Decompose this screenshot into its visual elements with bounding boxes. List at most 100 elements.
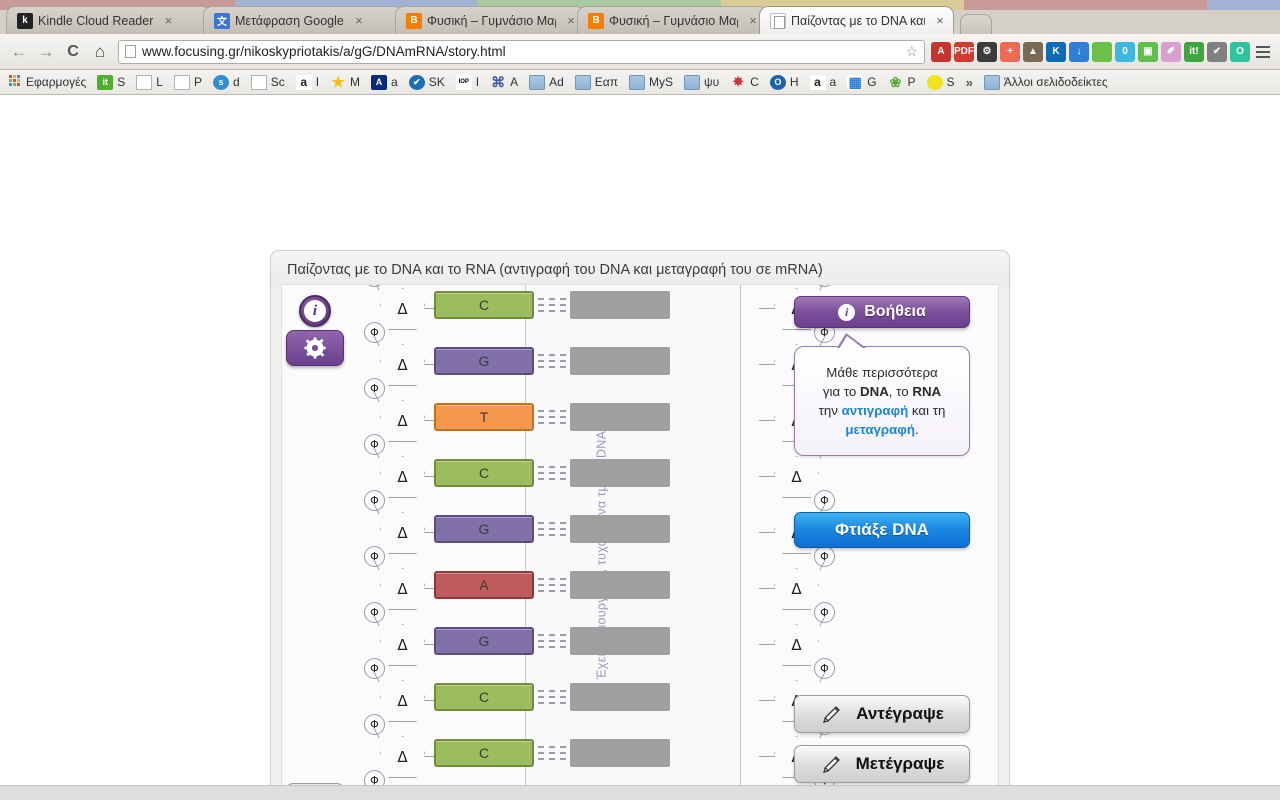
bookmark-item[interactable]: ▦ G xyxy=(847,74,877,90)
bookmark-label: S xyxy=(946,75,955,89)
copy-button[interactable]: Αντέγραψε xyxy=(794,695,970,733)
dna-rung: ΦΔCΦΔ xyxy=(362,434,837,501)
browser-tab[interactable]: 文 Μετάφραση Google × xyxy=(203,6,403,34)
home-button[interactable]: ⌂ xyxy=(87,39,113,65)
bookmark-label: H xyxy=(789,75,799,89)
forward-button[interactable]: → xyxy=(33,39,59,65)
hydrogen-bond-icon xyxy=(538,522,566,536)
bookmark-label: Άλλοι σελιδοδείκτες xyxy=(1003,75,1108,89)
bookmark-item[interactable]: Εαπ xyxy=(574,74,618,90)
empty-base-slot[interactable] xyxy=(570,627,670,655)
empty-base-slot[interactable] xyxy=(570,515,670,543)
help-button[interactable]: i Βοήθεια xyxy=(794,296,970,328)
it-icon[interactable]: it! xyxy=(1184,41,1204,62)
tab-close-icon[interactable]: × xyxy=(933,14,947,28)
nucleotide-base[interactable]: C xyxy=(434,459,534,487)
ghostery-icon[interactable]: 0 xyxy=(1115,41,1135,62)
bookmark-star-icon[interactable]: ☆ xyxy=(905,43,918,60)
nucleotide-base[interactable]: C xyxy=(434,291,534,319)
shield-icon[interactable]: ✔ xyxy=(1207,41,1227,62)
squirrel-icon[interactable]: ▲ xyxy=(1023,41,1043,62)
tab-close-icon[interactable]: × xyxy=(564,14,578,28)
tab-close-icon[interactable]: × xyxy=(352,14,366,28)
empty-base-slot[interactable] xyxy=(570,403,670,431)
tab-close-icon[interactable]: × xyxy=(161,14,175,28)
empty-base-slot[interactable] xyxy=(570,459,670,487)
bond-line xyxy=(759,420,775,421)
reload-button[interactable]: C xyxy=(60,39,86,65)
horizontal-scrollbar[interactable] xyxy=(0,785,1280,800)
sugar-icon: Δ xyxy=(380,568,425,610)
bookmark-item[interactable]: it S xyxy=(97,74,125,90)
empty-base-slot[interactable] xyxy=(570,683,670,711)
bookmark-item[interactable]: Sc xyxy=(250,74,285,90)
pdf-icon[interactable]: PDF xyxy=(954,41,974,62)
bookmark-item[interactable]: aI xyxy=(295,74,319,90)
nucleotide-base[interactable]: G xyxy=(434,347,534,375)
bookmark-item[interactable]: ★ M xyxy=(330,74,360,91)
base-pair-row: C xyxy=(432,445,767,501)
bookmark-item[interactable]: Άλλοι σελιδοδείκτες xyxy=(983,74,1108,90)
callout-link-replication[interactable]: αντιγραφή xyxy=(842,403,909,418)
callout-line1: Μάθε περισσότερα xyxy=(826,365,938,380)
empty-base-slot[interactable] xyxy=(570,291,670,319)
bookmark-item[interactable]: sd xyxy=(213,74,240,90)
empty-base-slot[interactable] xyxy=(570,739,670,767)
transcribe-button[interactable]: Μετέγραψε xyxy=(794,745,970,783)
url-text[interactable]: www.focusing.gr/nikoskypriotakis/a/gG/DN… xyxy=(142,44,905,59)
opera-icon[interactable]: O xyxy=(1230,41,1250,62)
browser-tab[interactable]: B Φυσική – Γυμνάσιο Μαρκό × xyxy=(395,6,585,34)
adobe-reader-icon[interactable]: A xyxy=(931,41,951,62)
nucleotide-base[interactable]: C xyxy=(434,739,534,767)
address-bar[interactable]: www.focusing.gr/nikoskypriotakis/a/gG/DN… xyxy=(118,39,925,64)
bookmark-item[interactable]: Εφαρμογές xyxy=(6,74,86,90)
empty-base-slot[interactable] xyxy=(570,347,670,375)
bookmark-item[interactable]: L xyxy=(136,74,163,90)
bookmark-item[interactable]: MyS xyxy=(629,74,673,90)
browser-tab[interactable]: Παίζοντας με το DNA και × xyxy=(759,6,954,34)
kaspersky-icon[interactable]: K xyxy=(1046,41,1066,62)
bookmark-item[interactable]: ❀ P xyxy=(888,74,916,90)
evernote-icon[interactable]: ▣ xyxy=(1138,41,1158,62)
bookmark-item[interactable]: ψυ xyxy=(684,74,719,90)
callout-link-transcription[interactable]: μεταγραφή xyxy=(845,422,915,437)
kindle-icon: k xyxy=(17,12,33,29)
nucleotide-base[interactable]: G xyxy=(434,515,534,543)
tab-close-icon[interactable]: × xyxy=(746,14,760,28)
help-callout: Μάθε περισσότερα για το DNA, το RNA την … xyxy=(794,333,970,456)
plus-icon[interactable]: + xyxy=(1000,41,1020,62)
tabs-container: k Kindle Cloud Reader × 文 Μετάφραση Google × B… xyxy=(6,6,954,34)
bookmark-item[interactable]: Aa xyxy=(371,74,398,90)
bookmark-item[interactable]: ✔ SK xyxy=(408,74,445,90)
empty-base-slot[interactable] xyxy=(570,571,670,599)
bookmark-item[interactable]: OH xyxy=(769,74,799,90)
bookmark-item[interactable]: P xyxy=(173,74,202,90)
gear-icon[interactable]: ⚙ xyxy=(977,41,997,62)
new-tab-button[interactable] xyxy=(960,14,992,34)
download-icon[interactable]: ↓ xyxy=(1069,41,1089,62)
info-badge[interactable]: i xyxy=(299,295,331,327)
bookmark-item[interactable]: IOP I xyxy=(455,74,479,90)
pen-icon[interactable]: ✐ xyxy=(1161,41,1181,62)
bookmark-item[interactable]: ⌘ A xyxy=(490,74,518,90)
bookmark-item[interactable]: Ad xyxy=(529,74,564,90)
green-dot-icon[interactable] xyxy=(1092,41,1112,62)
browser-tab[interactable]: k Kindle Cloud Reader × xyxy=(6,6,211,34)
nucleotide-base[interactable]: G xyxy=(434,627,534,655)
nucleotide-base[interactable]: A xyxy=(434,571,534,599)
bookmark-item[interactable]: S xyxy=(926,74,955,90)
nucleotide-base[interactable]: T xyxy=(434,403,534,431)
settings-button[interactable] xyxy=(286,330,344,366)
chevron-more-icon[interactable]: » xyxy=(966,75,973,90)
doc-icon xyxy=(250,74,267,90)
bookmark-label: SK xyxy=(428,75,445,89)
dna-rung: ΦΔCΦΔ xyxy=(362,658,837,725)
back-button[interactable]: ← xyxy=(6,39,32,65)
bookmark-item[interactable]: ✸ C xyxy=(730,74,759,90)
bookmark-item[interactable]: » xyxy=(966,75,973,90)
browser-tab[interactable]: B Φυσική – Γυμνάσιο Μαρκό × xyxy=(577,6,767,34)
chrome-menu-icon[interactable] xyxy=(1252,45,1274,58)
nucleotide-base[interactable]: C xyxy=(434,683,534,711)
make-dna-button[interactable]: Φτιάξε DNA xyxy=(794,512,970,548)
bookmark-item[interactable]: aa xyxy=(809,74,836,90)
